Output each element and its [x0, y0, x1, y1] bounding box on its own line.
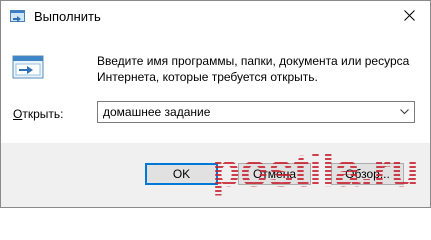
open-input-value[interactable]: домашнее задание [103, 105, 210, 119]
open-label-accelerator: О [13, 107, 23, 121]
description-line-2: Интернета, которые требуется открыть. [97, 70, 318, 84]
browse-button[interactable]: Обзор... [331, 163, 404, 185]
run-program-icon [12, 55, 44, 79]
combobox-dropdown-button[interactable] [396, 102, 414, 122]
title-bar[interactable]: Выполнить [1, 1, 430, 33]
run-dialog-icon [10, 10, 25, 22]
description-line-1: Введите имя программы, папки, документа … [97, 54, 410, 68]
close-icon [404, 10, 415, 21]
open-label: Открыть: [13, 106, 63, 122]
chevron-down-icon [400, 109, 409, 115]
ok-button[interactable]: OK [145, 163, 218, 185]
dialog-body: Введите имя программы, папки, документа … [1, 33, 430, 141]
close-button[interactable] [390, 1, 430, 31]
cancel-button[interactable]: Отмена [238, 163, 311, 185]
button-bar: OK Отмена Обзор... [1, 143, 430, 207]
window-title: Выполнить [34, 9, 101, 24]
open-label-text: ткрыть: [22, 107, 64, 121]
run-dialog: Выполнить Введите имя программы, папки, … [0, 0, 431, 208]
description-text: Введите имя программы, папки, документа … [97, 53, 417, 85]
open-combobox[interactable]: домашнее задание [97, 101, 415, 123]
